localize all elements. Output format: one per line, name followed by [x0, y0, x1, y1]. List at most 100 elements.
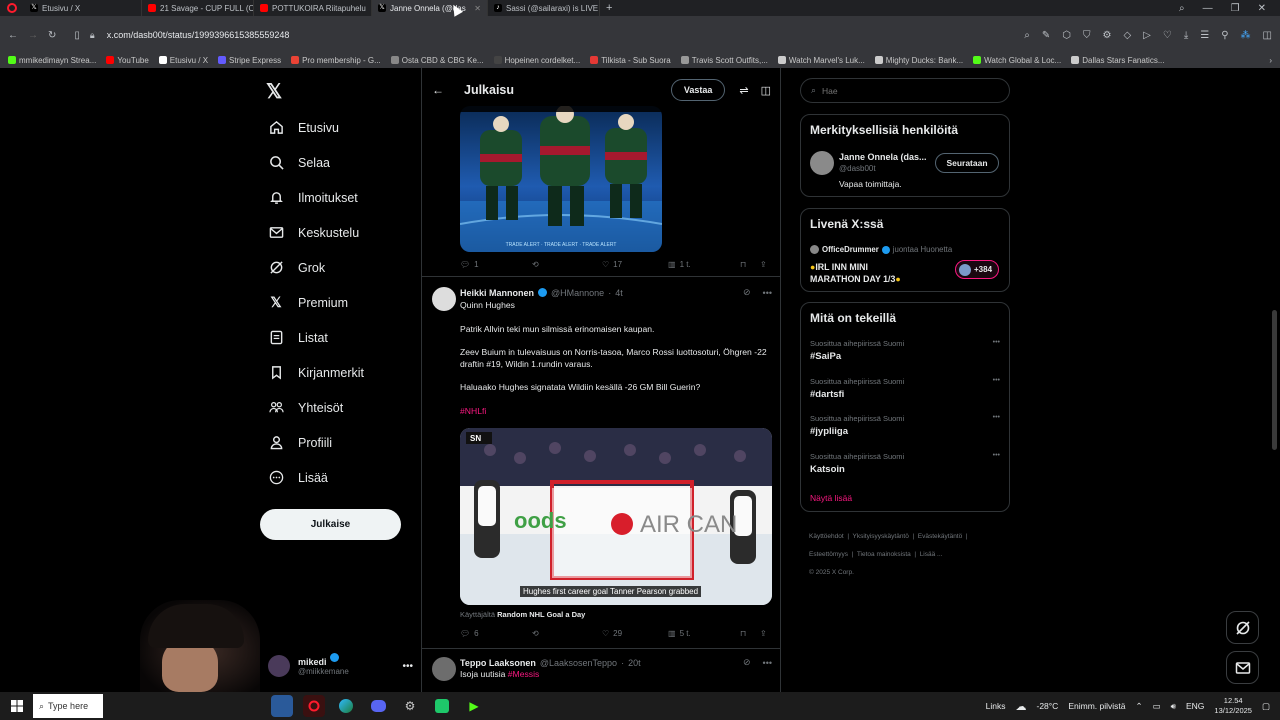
tab-janne-onnela[interactable]: 𝕏 Janne Onnela (@dasb00t ✕: [372, 0, 488, 16]
footer-link[interactable]: Evästekäytäntö: [918, 533, 962, 540]
more-options-icon[interactable]: •••: [993, 414, 1000, 421]
reader-mode-icon[interactable]: ◫: [761, 84, 771, 97]
x-logo-icon[interactable]: 𝕏: [266, 82, 282, 102]
bookmark-item[interactable]: Pro membership - G...: [291, 56, 381, 65]
close-tab-icon[interactable]: ✕: [474, 4, 481, 13]
trend-item[interactable]: Suosittua aihepiirissä Suomi #jypliiga •…: [810, 414, 1000, 437]
tab-etusivu[interactable]: 𝕏 Etusivu / X: [24, 0, 142, 16]
play-icon[interactable]: ▷: [1143, 30, 1151, 41]
reload-icon[interactable]: ↻: [48, 30, 56, 41]
weather-temp[interactable]: -28°C: [1037, 701, 1059, 711]
windows-start-icon[interactable]: [6, 695, 28, 717]
grok-icon[interactable]: ⊘: [743, 287, 751, 298]
more-options-icon[interactable]: •••: [402, 661, 413, 672]
bookmark-item[interactable]: Dallas Stars Fanatics...: [1071, 56, 1164, 65]
reply-action[interactable]: 💬︎ 1: [460, 260, 532, 269]
reply-button[interactable]: Vastaa: [670, 79, 726, 101]
settings-icon[interactable]: ⚙: [1102, 30, 1111, 41]
more-options-icon[interactable]: •••: [993, 339, 1000, 346]
bookmark-icon[interactable]: ⊓: [740, 629, 760, 638]
streaming-app-icon[interactable]: ▶: [463, 695, 485, 717]
back-icon[interactable]: ←: [8, 30, 18, 41]
settings-app-icon[interactable]: ⚙: [399, 695, 421, 717]
filter-icon[interactable]: ⇌: [739, 84, 748, 97]
post-time[interactable]: 4t: [615, 288, 623, 298]
search-input[interactable]: [822, 85, 983, 96]
bookmark-item[interactable]: Watch Global & Loc...: [973, 56, 1061, 65]
grok-icon[interactable]: ⊘: [743, 657, 751, 668]
bookmark-item[interactable]: Etusivu / X: [158, 56, 208, 65]
tab-youtube-pottukoira[interactable]: POTTUKOIRA Riitapuhelu: [254, 0, 372, 16]
nav-item-grok[interactable]: Grok: [258, 250, 418, 285]
more-options-icon[interactable]: •••: [993, 452, 1000, 459]
live-host[interactable]: OfficeDrummer: [822, 245, 879, 254]
author-name[interactable]: Teppo Laaksonen: [460, 658, 536, 668]
url-field[interactable]: x.com/dasb00t/status/1999396615385559248: [107, 30, 290, 40]
obs-app-icon[interactable]: [431, 695, 453, 717]
tab-tiktok-sassi[interactable]: ♪ Sassi (@sailaraxi) is LIVE: [488, 0, 600, 16]
share-icon[interactable]: ⇪: [760, 629, 767, 638]
discord-app-icon[interactable]: [367, 695, 389, 717]
repost-action[interactable]: ⟲: [532, 629, 602, 638]
source-name[interactable]: Random NHL Goal a Day: [497, 610, 585, 619]
live-stream-title[interactable]: ●IRL INN MINI MARATHON DAY 1/3●: [810, 261, 901, 285]
footer-link[interactable]: Tietoa mainoksista: [857, 551, 911, 558]
bookmark-item[interactable]: YouTube: [106, 56, 149, 65]
post-2[interactable]: Heikki Mannonen @HMannone · 4t ⊘ ••• Qui…: [422, 278, 780, 649]
tray-expand-icon[interactable]: ⌃: [1135, 701, 1142, 712]
bookmark-item[interactable]: mmikedimayn Strea...: [8, 56, 96, 65]
more-options-icon[interactable]: •••: [763, 658, 772, 668]
extension-icon[interactable]: ⬡: [1062, 30, 1071, 41]
nav-item-premium[interactable]: 𝕏 Premium: [258, 285, 418, 320]
messages-float-button[interactable]: [1226, 651, 1259, 684]
footer-link[interactable]: Yksityisyyskäytäntö: [853, 533, 909, 540]
bookmark-item[interactable]: Osta CBD & CBG Ke...: [390, 56, 484, 65]
network-icon[interactable]: ▭: [1153, 701, 1161, 712]
taskbar-search[interactable]: ⌕ Type here: [33, 694, 103, 718]
author-handle[interactable]: @HMannone: [551, 288, 604, 298]
photos-app-icon[interactable]: [271, 695, 293, 717]
search-tabs-icon[interactable]: ⌕: [1179, 3, 1185, 14]
trend-item[interactable]: Suosittua aihepiirissä Suomi #dartsfi ••…: [810, 377, 1000, 400]
nav-item-profile[interactable]: Profiili: [258, 425, 418, 460]
new-tab-icon[interactable]: +: [606, 2, 612, 14]
browser-logo-icon[interactable]: [0, 0, 24, 16]
post-time[interactable]: 20t: [628, 658, 641, 668]
language-indicator[interactable]: ENG: [1186, 701, 1204, 711]
hashtag-link[interactable]: #NHLfi: [460, 406, 774, 418]
nav-item-lists[interactable]: Listat: [258, 320, 418, 355]
account-switcher[interactable]: mikedi @miikkemane •••: [268, 650, 413, 682]
maximize-icon[interactable]: ❐: [1231, 3, 1240, 14]
post-video[interactable]: oods AIR CAN SN Hughes first career goal…: [460, 428, 772, 605]
avatar[interactable]: [432, 287, 456, 311]
author-handle[interactable]: @LaaksosenTeppo: [540, 658, 617, 668]
minimize-icon[interactable]: —: [1203, 3, 1213, 14]
bookmark-item[interactable]: Tilkista - Sub Suora: [590, 56, 671, 65]
views-action[interactable]: ▥ 5 t.: [668, 629, 740, 638]
browser-app-icon[interactable]: [303, 695, 325, 717]
edit-icon[interactable]: ✎: [1042, 30, 1050, 41]
sidebar-toggle-icon[interactable]: ◫: [1263, 30, 1272, 41]
bookmark-item[interactable]: Stripe Express: [218, 56, 281, 65]
nav-item-more[interactable]: Lisää: [258, 460, 418, 495]
share-icon[interactable]: ⇪: [760, 260, 767, 269]
nav-item-messages[interactable]: Keskustelu: [258, 215, 418, 250]
post-button[interactable]: Julkaise: [260, 509, 401, 540]
footer-link[interactable]: Käyttöehdot: [809, 533, 844, 540]
live-listeners-badge[interactable]: +384: [955, 260, 999, 279]
more-options-icon[interactable]: •••: [993, 377, 1000, 384]
nav-item-notifications[interactable]: Ilmoitukset: [258, 180, 418, 215]
bookmark-page-icon[interactable]: ▯: [74, 30, 80, 41]
close-window-icon[interactable]: ✕: [1258, 3, 1266, 14]
bookmark-icon[interactable]: ⊓: [740, 260, 760, 269]
notifications-icon[interactable]: ▢: [1262, 701, 1270, 712]
footer-link[interactable]: Esteettömyys: [809, 551, 848, 558]
author-name[interactable]: Heikki Mannonen: [460, 288, 534, 298]
nav-item-bookmarks[interactable]: Kirjanmerkit: [258, 355, 418, 390]
nav-item-home[interactable]: Etusivu: [258, 110, 418, 145]
bookmark-item[interactable]: Watch Marvel's Luk...: [777, 56, 865, 65]
person-name[interactable]: Janne Onnela (das...: [839, 152, 927, 162]
avatar[interactable]: [432, 657, 456, 681]
favorite-icon[interactable]: ♡: [1163, 30, 1172, 41]
profile-icon[interactable]: ⚲: [1221, 30, 1228, 41]
